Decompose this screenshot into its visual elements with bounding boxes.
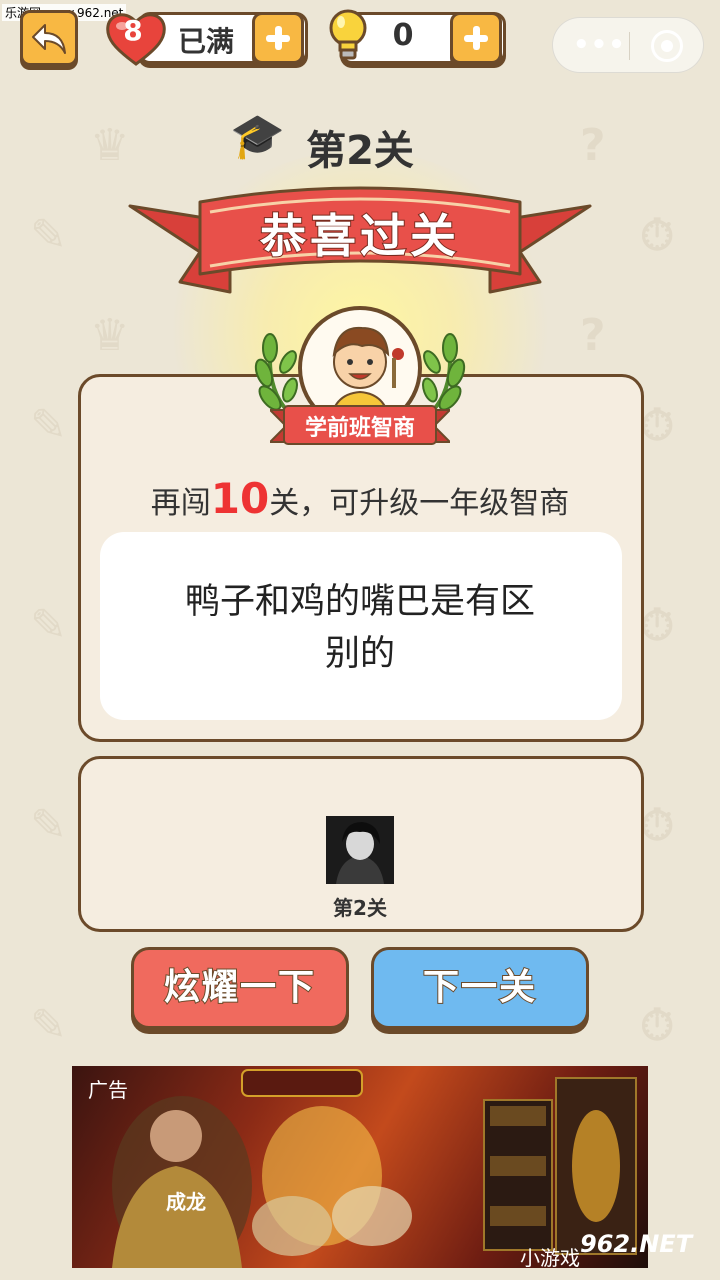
back-button[interactable] [20,10,78,66]
answer-text: 鸭子和鸡的嘴巴是有区 别的 [150,576,570,680]
capsule-divider [629,32,630,60]
remaining-levels: 10 [210,474,270,523]
site-logo-watermark: 962.NET [580,1230,693,1258]
lightbulb-icon [329,9,367,60]
show-off-button[interactable]: 炫耀一下 [131,947,349,1029]
add-lives-button[interactable] [252,12,304,64]
ad-label: 广告 [88,1078,128,1102]
rank-badge-text: 学前班智商 [304,416,415,441]
player-avatar-image [326,816,394,884]
miniprogram-capsule: ••• [552,17,704,73]
close-miniprogram-icon[interactable] [651,30,683,62]
upgrade-suffix: 关，可升级一年级智商 [269,486,570,521]
congrats-text: 恭喜过关 [259,208,460,264]
answer-line-1: 鸭子和鸡的嘴巴是有区 [184,582,535,622]
hint-count: 0 [392,18,414,53]
ad-source: 小游戏 [520,1246,580,1268]
back-arrow-icon [32,24,66,54]
level-title: 第2关 [306,128,414,174]
lives-status: 已满 [178,25,235,58]
share-level-label: 第2关 [333,896,387,920]
add-hints-button[interactable] [450,12,502,64]
player-avatar [326,816,394,884]
lives-count: 8 [123,14,143,47]
ad-banner[interactable]: 广告 小游戏 [72,1066,648,1268]
more-menu-icon[interactable]: ••• [573,32,626,58]
answer-line-2: 别的 [324,634,395,674]
ad-game-artwork [112,1069,637,1268]
next-level-button[interactable]: 下一关 [371,947,589,1029]
ad-character-name: 成龙 [166,1190,206,1214]
upgrade-prefix: 再闯 [150,486,211,521]
upgrade-hint: 再闯10关，可升级一年级智商 [0,474,720,523]
